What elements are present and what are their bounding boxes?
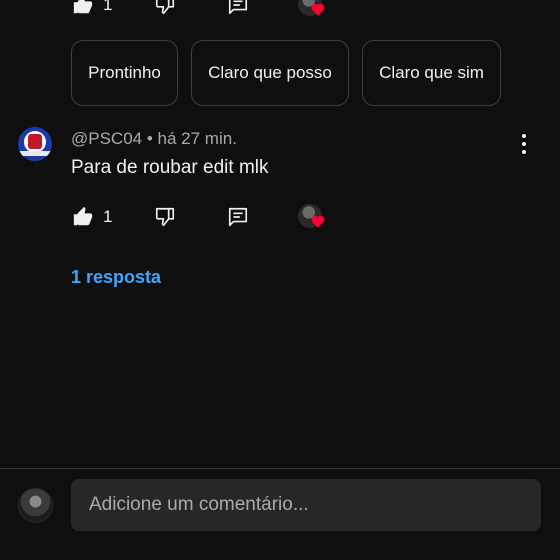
reply-button[interactable] bbox=[227, 206, 249, 228]
avatar-logo-band bbox=[18, 151, 52, 156]
commenter-avatar[interactable] bbox=[18, 127, 52, 161]
heart-icon bbox=[311, 215, 325, 228]
thumbs-down-icon bbox=[155, 207, 175, 227]
like-button[interactable]: 1 bbox=[72, 0, 112, 16]
add-comment-input[interactable] bbox=[71, 479, 541, 531]
meta-separator: • bbox=[146, 129, 153, 148]
like-count: 1 bbox=[103, 0, 113, 14]
view-replies-link[interactable]: 1 resposta bbox=[71, 267, 161, 288]
avatar-logo-mark bbox=[28, 134, 42, 149]
thumbs-up-icon bbox=[73, 206, 93, 226]
reply-button[interactable] bbox=[227, 0, 249, 16]
comment-text: Para de roubar edit mlk bbox=[71, 157, 269, 178]
composer-divider bbox=[0, 468, 560, 469]
comment-actions: 1 bbox=[0, 198, 560, 230]
comment-meta: @PSC04 • há 27 min. bbox=[71, 129, 237, 149]
user-avatar[interactable] bbox=[18, 488, 53, 523]
like-button[interactable]: 1 bbox=[72, 206, 112, 228]
suggested-reply-chip[interactable]: Claro que posso bbox=[191, 40, 349, 106]
suggested-reply-chip[interactable]: Prontinho bbox=[71, 40, 178, 106]
comment-more-button[interactable] bbox=[515, 133, 533, 155]
reply-icon bbox=[228, 0, 248, 15]
reply-icon bbox=[228, 207, 248, 227]
previous-comment-actions: 1 bbox=[0, 0, 560, 18]
thumbs-down-icon bbox=[155, 0, 175, 15]
creator-heart bbox=[298, 0, 328, 22]
suggested-reply-chip[interactable]: Claro que sim bbox=[362, 40, 501, 106]
dislike-button[interactable] bbox=[154, 206, 176, 228]
dislike-button[interactable] bbox=[154, 0, 176, 16]
creator-heart bbox=[298, 204, 328, 234]
comment-author[interactable]: @PSC04 bbox=[71, 129, 142, 148]
comment-time: há 27 min. bbox=[157, 129, 237, 148]
thumbs-up-icon bbox=[73, 0, 93, 14]
heart-icon bbox=[311, 3, 325, 16]
like-count: 1 bbox=[103, 207, 113, 226]
